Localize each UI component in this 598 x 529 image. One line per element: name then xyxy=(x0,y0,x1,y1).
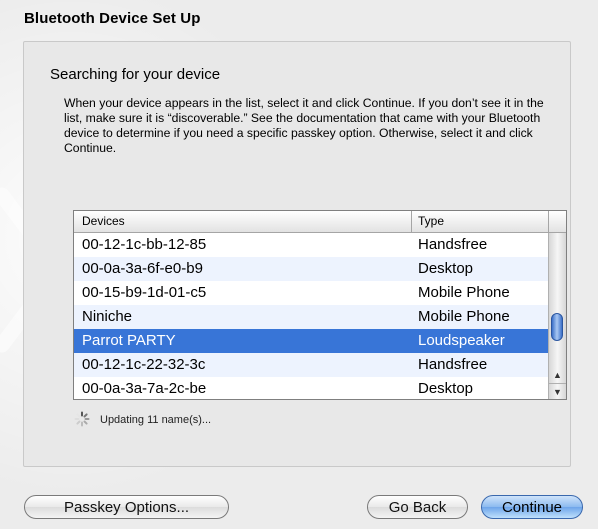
table-row[interactable]: 00-15-b9-1d-01-c5 Mobile Phone xyxy=(74,281,548,305)
device-type: Mobile Phone xyxy=(418,308,510,325)
device-name: 00-0a-3a-6f-e0-b9 xyxy=(82,260,203,277)
status-text: Updating 11 name(s)... xyxy=(100,414,212,426)
device-name: 00-15-b9-1d-01-c5 xyxy=(82,284,207,301)
device-name: Parrot PARTY xyxy=(82,332,176,349)
continue-button[interactable]: Continue xyxy=(481,495,583,519)
devices-table[interactable]: Devices Type 00-12-1c-bb-12-85 Handsfree… xyxy=(73,210,567,400)
table-row[interactable]: 00-12-1c-bb-12-85 Handsfree xyxy=(74,233,548,257)
table-row-selected[interactable]: Parrot PARTY Loudspeaker xyxy=(74,329,548,353)
table-header: Devices Type xyxy=(74,211,566,233)
column-header-type[interactable]: Type xyxy=(418,214,444,228)
column-divider[interactable] xyxy=(548,211,549,232)
device-type: Loudspeaker xyxy=(418,332,505,349)
window-title: Bluetooth Device Set Up xyxy=(24,10,201,27)
page-heading: Searching for your device xyxy=(50,66,221,83)
table-row[interactable]: Niniche Mobile Phone xyxy=(74,305,548,329)
device-list: 00-12-1c-bb-12-85 Handsfree 00-0a-3a-6f-… xyxy=(74,233,548,399)
progress-spinner-icon xyxy=(74,411,90,427)
device-name: 00-0a-3a-7a-2c-be xyxy=(82,380,207,397)
scroll-up-arrow-icon[interactable]: ▲ xyxy=(549,367,566,383)
bluetooth-setup-window: Bluetooth Device Set Up Searching for yo… xyxy=(0,0,598,529)
device-name: 00-12-1c-22-32-3c xyxy=(82,356,206,373)
table-row[interactable]: 00-0a-3a-6f-e0-b9 Desktop xyxy=(74,257,548,281)
device-name: 00-12-1c-bb-12-85 xyxy=(82,236,207,253)
column-divider[interactable] xyxy=(411,211,412,232)
vertical-scrollbar[interactable]: ▲ ▼ xyxy=(548,233,566,399)
scrollbar-thumb[interactable] xyxy=(551,313,563,341)
device-type: Handsfree xyxy=(418,356,488,373)
table-row[interactable]: 00-12-1c-22-32-3c Handsfree xyxy=(74,353,548,377)
scroll-down-arrow-icon[interactable]: ▼ xyxy=(549,383,566,399)
go-back-button[interactable]: Go Back xyxy=(367,495,468,519)
instructions-text: When your device appears in the list, se… xyxy=(64,96,544,155)
device-type: Desktop xyxy=(418,260,474,277)
device-name: Niniche xyxy=(82,308,133,325)
device-type: Desktop xyxy=(418,380,474,397)
device-type: Mobile Phone xyxy=(418,284,510,301)
device-type: Handsfree xyxy=(418,236,488,253)
column-header-devices[interactable]: Devices xyxy=(82,214,125,228)
table-row[interactable]: 00-0a-3a-7a-2c-be Desktop xyxy=(74,377,548,399)
passkey-options-button[interactable]: Passkey Options... xyxy=(24,495,229,519)
